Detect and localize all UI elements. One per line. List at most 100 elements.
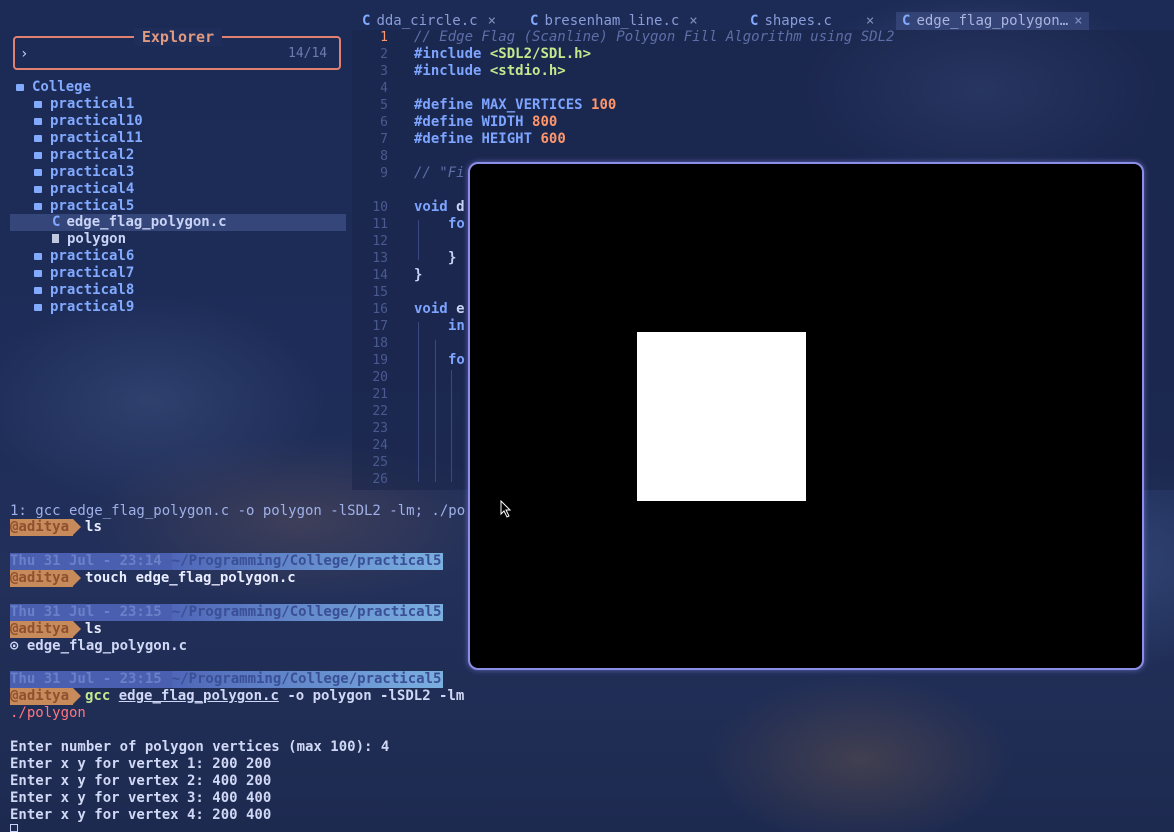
- code-keyword: void: [414, 301, 448, 317]
- prompt-path-segment: ~/Programming/College/practical5: [171, 604, 444, 621]
- filled-polygon: [637, 332, 806, 501]
- code-number: 600: [540, 131, 566, 147]
- folder-icon: [16, 84, 24, 91]
- explorer-title: Explorer: [0, 28, 356, 46]
- tree-root-label: College: [32, 79, 92, 95]
- code-number: 100: [591, 97, 617, 113]
- code-line-9: // "Fi: [414, 165, 465, 181]
- tree-item-label: practical11: [50, 130, 143, 146]
- prompt-path-segment: ~/Programming/College/practical5: [171, 671, 444, 688]
- prompt-user-segment: @aditya: [10, 570, 82, 587]
- line-number: 14: [372, 268, 388, 283]
- tree-item-polygon[interactable]: polygon: [52, 231, 126, 248]
- close-icon[interactable]: ×: [866, 13, 874, 29]
- code-macro: MAX_VERTICES: [481, 97, 583, 113]
- terminal-command: touch edge_flag_polygon.c: [85, 570, 296, 586]
- c-file-icon: C: [750, 13, 759, 29]
- tree-item-label: practical3: [50, 164, 135, 180]
- tree-item-practical7[interactable]: practical7: [34, 265, 134, 282]
- tree-item-practical2[interactable]: practical2: [34, 147, 134, 164]
- line-number: 22: [372, 404, 388, 419]
- terminal-status-line: Thu 31 Jul - 23:15 ~/Programming/College/…: [10, 604, 444, 621]
- terminal-continuation: ./polygon: [10, 705, 86, 721]
- terminal-command: ls: [85, 621, 102, 637]
- line-number: 4: [380, 81, 388, 96]
- code-number: 800: [532, 114, 558, 130]
- code-string: <stdio.h>: [489, 63, 566, 79]
- terminal-cursor[interactable]: [10, 824, 18, 832]
- tree-item-edge-flag-polygon-c[interactable]: Cedge_flag_polygon.c: [10, 214, 346, 231]
- code-line-3: #include <stdio.h>: [414, 63, 566, 80]
- folder-icon: [34, 152, 42, 159]
- tree-item-label: practical6: [50, 248, 135, 264]
- code-keyword: #include: [414, 46, 482, 62]
- line-number: 7: [380, 132, 388, 147]
- tab-shapes[interactable]: Cshapes.c ×: [750, 12, 874, 30]
- terminal-output-line: Enter x y for vertex 1: 200 200: [10, 756, 272, 772]
- file-icon: [52, 234, 59, 243]
- line-number: 16: [372, 302, 388, 317]
- close-icon[interactable]: ×: [488, 13, 496, 29]
- prompt-date-segment: Thu 31 Jul - 23:15: [10, 604, 172, 621]
- line-number: 15: [372, 285, 388, 300]
- tab-label: edge_flag_polygon…: [916, 13, 1069, 29]
- tree-item-practical4[interactable]: practical4: [34, 181, 134, 198]
- tab-dda-circle[interactable]: Cdda_circle.c ×: [362, 12, 496, 30]
- prompt-user-segment: @aditya: [10, 519, 82, 536]
- tab-bresenham-line[interactable]: Cbresenham_line.c ×: [530, 12, 698, 30]
- c-file-icon: C: [530, 13, 539, 29]
- line-number: 6: [380, 115, 388, 130]
- tab-edge-flag-polygon[interactable]: Cedge_flag_polygon… ×: [896, 12, 1089, 30]
- tree-item-label: polygon: [67, 231, 127, 247]
- tree-item-label: edge_flag_polygon.c: [66, 214, 227, 230]
- terminal-status-line: Thu 31 Jul - 23:14 ~/Programming/College/…: [10, 553, 444, 570]
- code-keyword: #define: [414, 114, 474, 130]
- tree-item-practical8[interactable]: practical8: [34, 282, 134, 299]
- tree-item-practical11[interactable]: practical11: [34, 130, 143, 147]
- folder-icon: [34, 203, 42, 210]
- code-line-7: #define HEIGHT 600: [414, 131, 566, 148]
- indent-guide: [435, 340, 436, 482]
- terminal-output-line: Enter x y for vertex 3: 400 400: [10, 790, 272, 806]
- sdl-window[interactable]: [468, 162, 1144, 670]
- code-string: <SDL2/SDL.h>: [489, 46, 592, 62]
- line-number: 12: [372, 234, 388, 249]
- terminal-command-arg: edge_flag_polygon.c: [118, 688, 279, 704]
- code-line-1: // Edge Flag (Scanline) Polygon Fill Alg…: [414, 29, 895, 45]
- indent-guide: [418, 322, 419, 482]
- tree-item-label: practical1: [50, 96, 135, 112]
- explorer-prompt-icon: ›: [20, 46, 29, 62]
- code-line-14: }: [414, 267, 423, 283]
- code-keyword: #define: [414, 97, 474, 113]
- prompt-user-segment: @aditya: [10, 688, 82, 705]
- tree-root-college[interactable]: College: [16, 79, 91, 96]
- tree-item-practical3[interactable]: practical3: [34, 164, 134, 181]
- prompt-path-segment: ~/Programming/College/practical5: [171, 553, 444, 570]
- tree-item-practical9[interactable]: practical9: [34, 299, 134, 316]
- close-icon[interactable]: ×: [689, 13, 697, 29]
- terminal-command: ls: [85, 519, 102, 535]
- code-macro: WIDTH: [481, 114, 524, 130]
- code-line-16: void e: [414, 301, 465, 318]
- terminal-status-line: Thu 31 Jul - 23:15 ~/Programming/College/…: [10, 671, 444, 688]
- indent-guide: [418, 220, 419, 260]
- code-line-2: #include <SDL2/SDL.h>: [414, 46, 591, 63]
- close-icon[interactable]: ×: [1074, 13, 1082, 29]
- terminal-output-line: Enter x y for vertex 4: 200 400: [10, 807, 272, 823]
- terminal-command-args: -o polygon -lSDL2 -lm: [287, 688, 465, 704]
- line-number: 5: [380, 98, 388, 113]
- tab-label: dda_circle.c: [376, 13, 478, 29]
- code-line-13: }: [448, 250, 457, 266]
- c-file-icon: C: [362, 13, 371, 29]
- indent-guide: [451, 370, 452, 482]
- prompt-user-segment: @aditya: [10, 621, 82, 638]
- code-line-5: #define MAX_VERTICES 100: [414, 97, 616, 114]
- explorer-count: 14/14: [288, 46, 328, 61]
- c-file-icon: C: [52, 214, 61, 230]
- tree-item-practical1[interactable]: practical1: [34, 96, 134, 113]
- tree-item-practical10[interactable]: practical10: [34, 113, 143, 130]
- terminal-command: gcc: [85, 688, 111, 704]
- tree-item-practical5[interactable]: practical5: [34, 198, 134, 215]
- tree-item-practical6[interactable]: practical6: [34, 248, 134, 265]
- line-number: 20: [372, 370, 388, 385]
